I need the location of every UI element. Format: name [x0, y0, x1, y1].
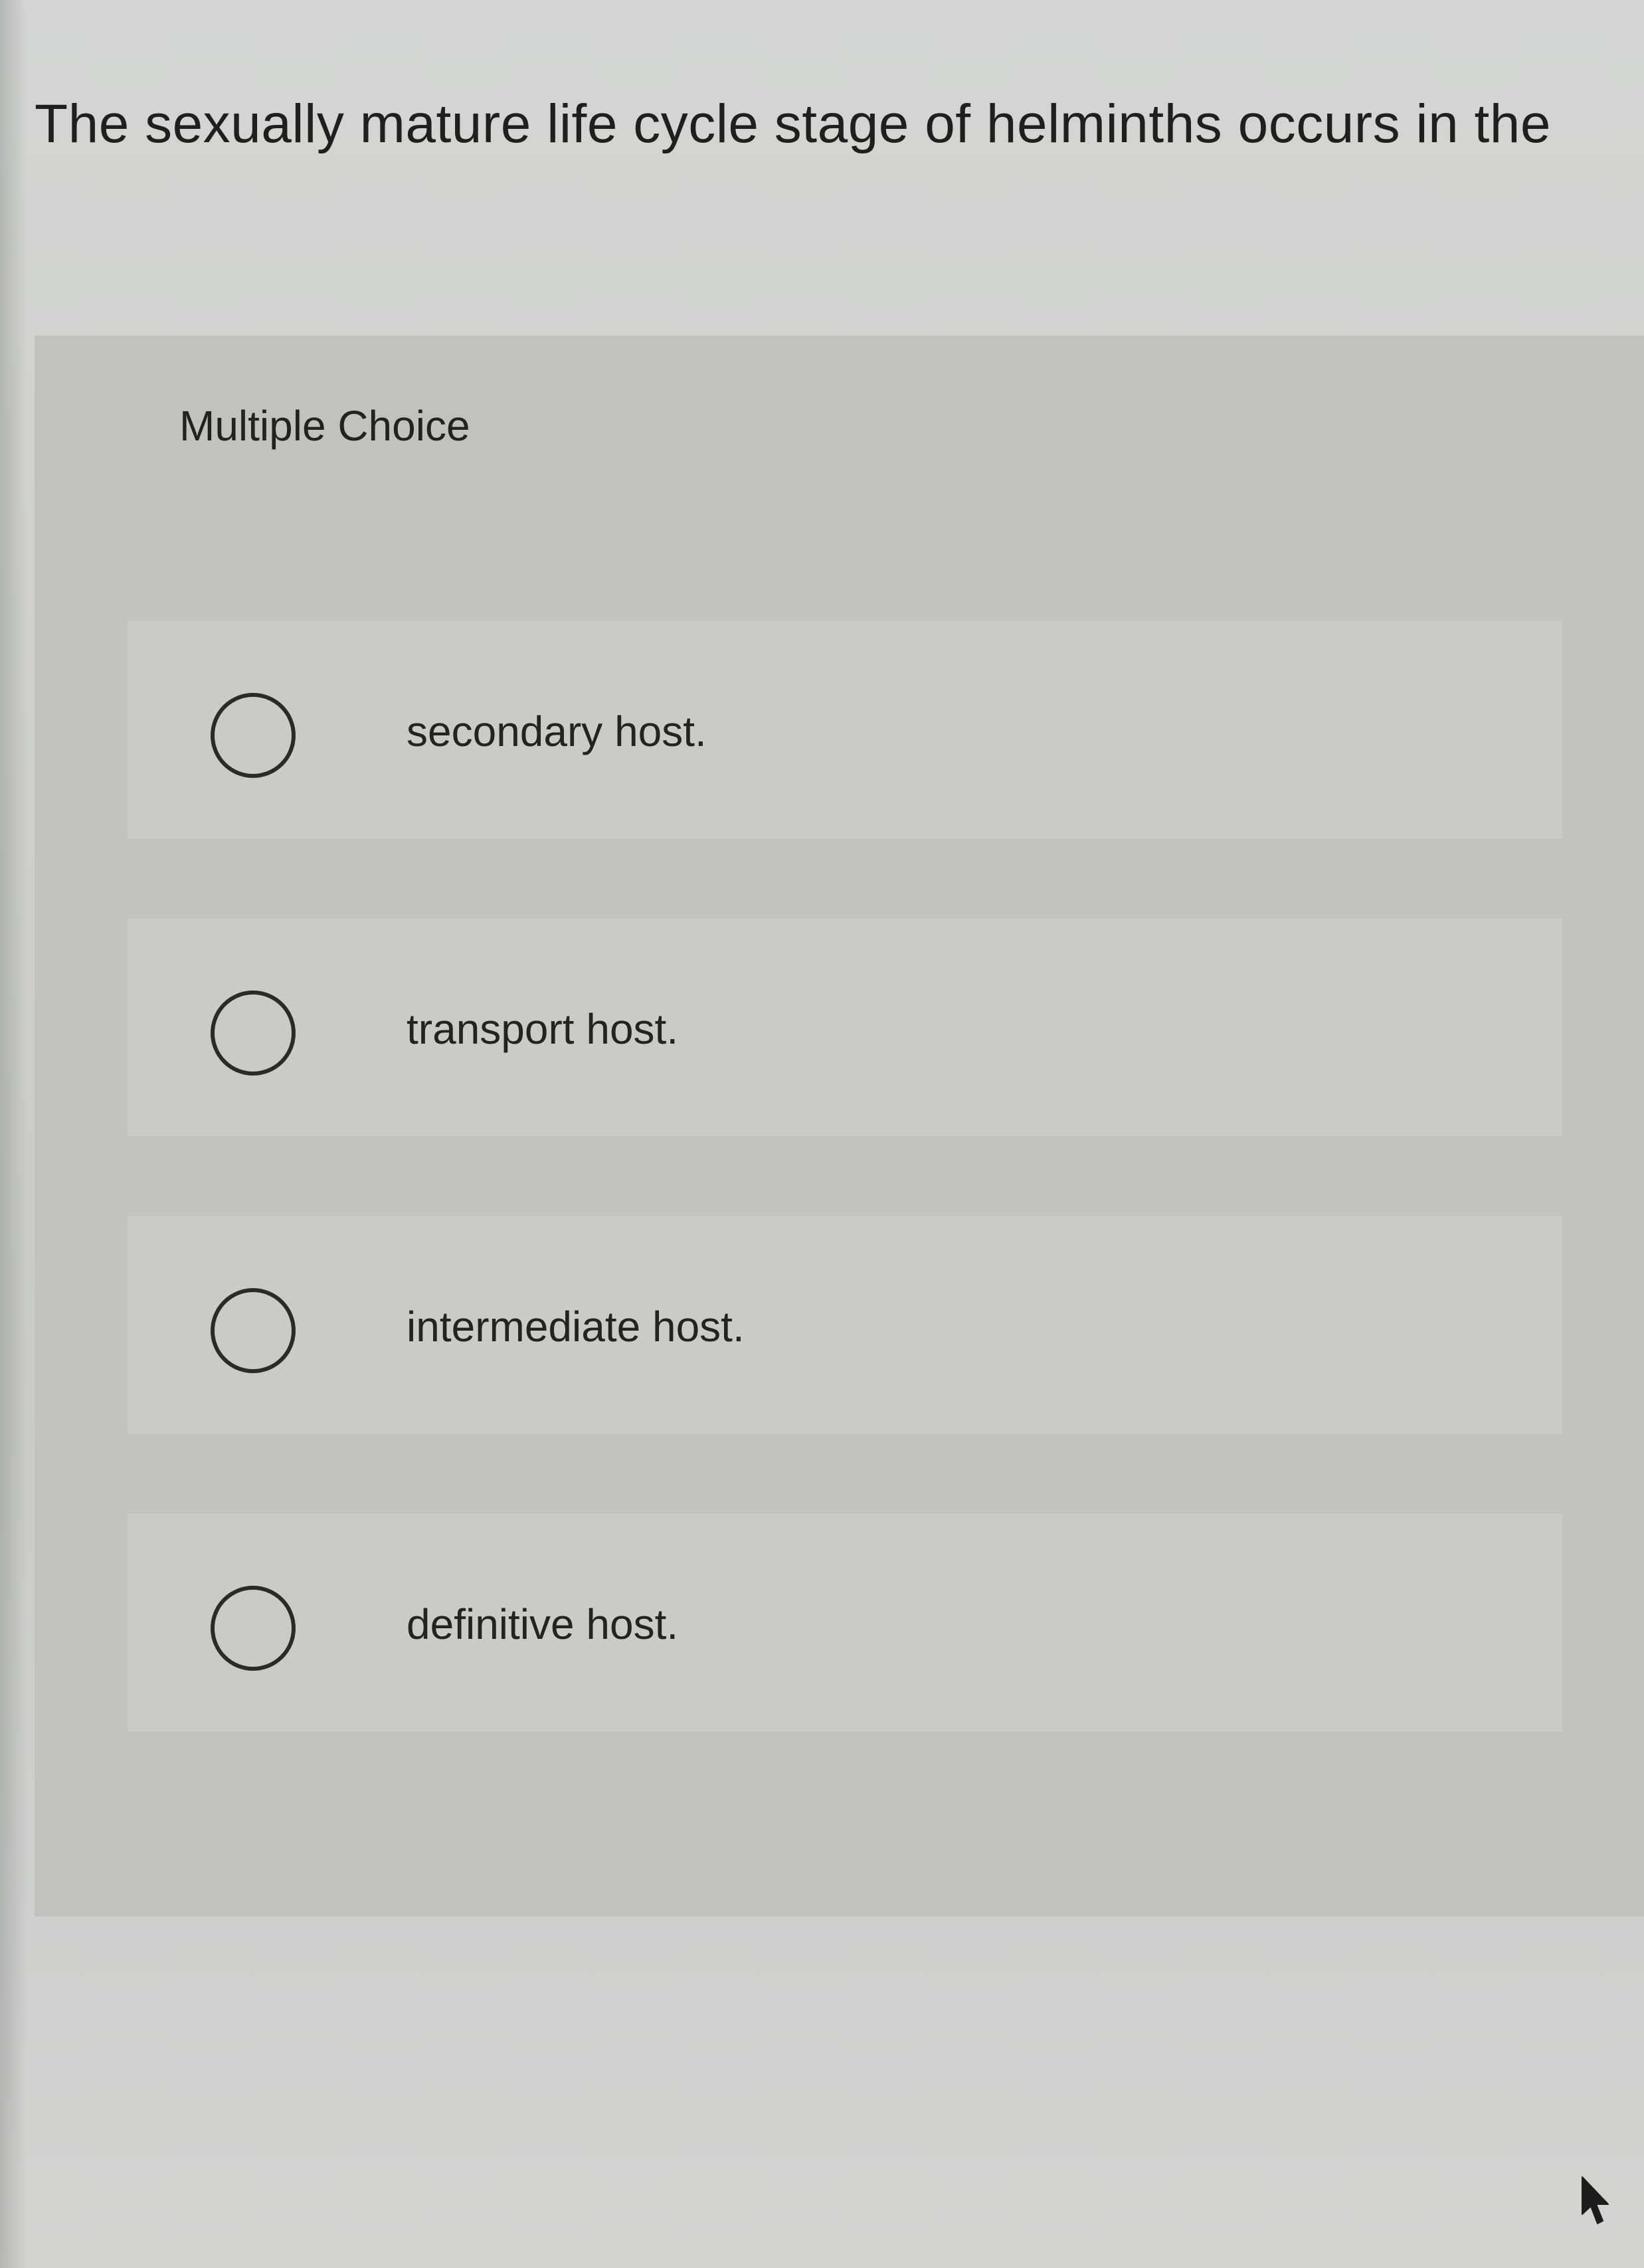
radio-circle-icon[interactable] — [211, 693, 296, 778]
choices-list: secondary host. transport host. intermed… — [128, 621, 1562, 1732]
choice-label: secondary host. — [407, 708, 707, 755]
panel-header: Multiple Choice — [35, 335, 1644, 502]
radio-circle-icon[interactable] — [211, 1288, 296, 1373]
choice-option-4[interactable]: definitive host. — [128, 1514, 1562, 1732]
radio-circle-icon[interactable] — [211, 1586, 296, 1671]
radio-circle-icon[interactable] — [211, 991, 296, 1076]
choice-label: transport host. — [407, 1005, 679, 1053]
multiple-choice-panel: Multiple Choice secondary host. transpor… — [35, 335, 1644, 1917]
choice-option-3[interactable]: intermediate host. — [128, 1216, 1562, 1434]
choice-label: intermediate host. — [407, 1303, 745, 1351]
photo-edge-shade — [0, 0, 27, 2268]
choice-option-1[interactable]: secondary host. — [128, 621, 1562, 839]
choice-label: definitive host. — [407, 1600, 679, 1648]
mouse-pointer-icon — [1582, 2176, 1609, 2224]
panel-title: Multiple Choice — [179, 402, 470, 450]
question-text: The sexually mature life cycle stage of … — [35, 94, 1551, 154]
choice-option-2[interactable]: transport host. — [128, 919, 1562, 1137]
